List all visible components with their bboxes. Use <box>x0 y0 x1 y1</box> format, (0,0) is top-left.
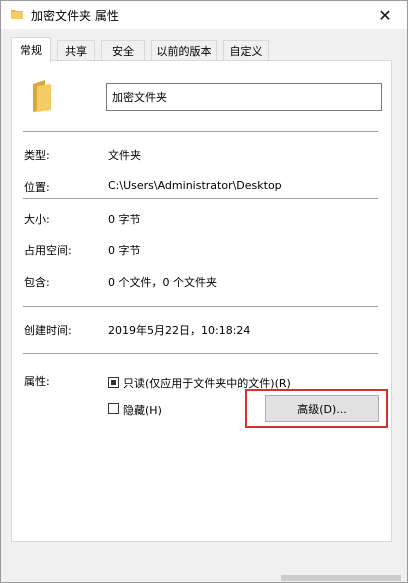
contains-label: 包含: <box>24 276 50 289</box>
close-icon[interactable]: ✕ <box>371 3 399 27</box>
divider <box>23 306 378 307</box>
window-title: 加密文件夹 属性 <box>31 9 119 23</box>
hidden-checkbox[interactable] <box>108 403 119 414</box>
readonly-checkbox[interactable] <box>108 377 119 388</box>
general-tab-panel <box>11 60 392 542</box>
title-bar: 加密文件夹 属性 ✕ <box>1 1 407 29</box>
tab-security[interactable]: 安全 <box>101 40 145 60</box>
created-value: 2019年5月22日，10:18:24 <box>108 324 251 337</box>
advanced-button[interactable]: 高级(D)... <box>265 395 379 422</box>
type-label: 类型: <box>24 149 50 162</box>
size-label: 大小: <box>24 213 50 226</box>
created-label: 创建时间: <box>24 324 72 337</box>
tab-previous-versions[interactable]: 以前的版本 <box>151 40 217 60</box>
watermark <box>281 575 401 581</box>
size-on-disk-label: 占用空间: <box>24 244 72 257</box>
location-value: C:\Users\Administrator\Desktop <box>108 179 282 192</box>
size-value: 0 字节 <box>108 213 141 226</box>
location-label: 位置: <box>24 181 50 194</box>
divider <box>23 131 378 132</box>
attributes-label: 属性: <box>24 375 50 388</box>
tab-general[interactable]: 常规 <box>11 37 51 62</box>
contains-value: 0 个文件，0 个文件夹 <box>108 276 217 289</box>
divider <box>23 353 378 354</box>
folder-name-input[interactable]: 加密文件夹 <box>106 83 382 111</box>
folder-icon <box>11 8 23 20</box>
folder-icon <box>31 80 53 112</box>
tab-sharing[interactable]: 共享 <box>57 40 95 60</box>
type-value: 文件夹 <box>108 149 141 162</box>
tab-customize[interactable]: 自定义 <box>223 40 269 60</box>
divider <box>23 198 378 199</box>
hidden-checkbox-label: 隐藏(H) <box>123 404 162 417</box>
size-on-disk-value: 0 字节 <box>108 244 141 257</box>
properties-window: 加密文件夹 属性 ✕ 常规 共享 安全 以前的版本 自定义 加密文件夹 类型: … <box>0 0 408 583</box>
